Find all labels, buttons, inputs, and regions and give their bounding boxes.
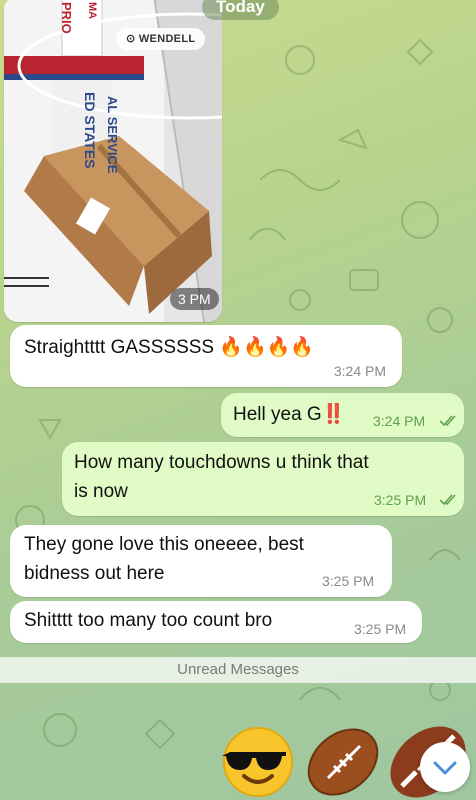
message-text: Shitttt too many too count bro: [24, 610, 273, 631]
unread-messages-divider: Unread Messages: [0, 657, 476, 683]
message-bubble-outgoing[interactable]: How many touchdowns u think that is now …: [62, 442, 464, 516]
sunglasses-emoji[interactable]: [220, 722, 296, 798]
date-separator: Today: [202, 0, 279, 20]
message-text-line2: is now: [74, 481, 128, 502]
location-label: WENDELL: [138, 33, 196, 45]
message-timestamp: 3:25 PM: [322, 573, 375, 589]
message-timestamp: 3:24 PM: [333, 363, 386, 379]
message-text-main: Straightttt GASSSSSS: [24, 337, 215, 358]
message-timestamp: 3:25 PM: [354, 621, 407, 637]
double-check-icon: [439, 415, 456, 427]
message-timestamp: 3:25 PM: [374, 492, 427, 508]
scroll-to-bottom-button[interactable]: [420, 742, 470, 792]
message-text-line1: They gone love this oneeee, best: [24, 534, 304, 555]
location-tag: ⊙ WENDELL: [116, 28, 206, 50]
double-check-icon: [439, 494, 456, 506]
message-text-main: Hell yea G: [233, 404, 322, 425]
message-bubble-incoming[interactable]: They gone love this oneeee, best bidness…: [10, 525, 392, 597]
photo-message[interactable]: PRIO MA ED STATES AL SERVICE ⊙ WENDELL 3…: [4, 0, 222, 322]
football-emoji[interactable]: [300, 718, 386, 800]
double-exclamation-emoji: ‼️: [321, 404, 346, 425]
message-text: Straightttt GASSSSSS 🔥🔥🔥🔥: [24, 335, 314, 361]
crate-text-side1: ED STATES: [82, 92, 98, 169]
photo-timestamp: 3 PM: [170, 288, 219, 310]
crate-text-side2: AL SERVICE: [105, 96, 120, 174]
message-text-line1: How many touchdowns u think that: [74, 452, 369, 473]
location-pin-icon: ⊙: [126, 33, 139, 45]
message-bubble-incoming[interactable]: Straightttt GASSSSSS 🔥🔥🔥🔥 3:24 PM: [10, 325, 402, 387]
message-text: Hell yea G‼️: [233, 402, 345, 428]
chevron-down-icon: [433, 761, 457, 775]
crate-text-top: PRIO: [59, 2, 74, 34]
message-text-line2: bidness out here: [24, 563, 165, 584]
message-bubble-incoming[interactable]: Shitttt too many too count bro 3:25 PM: [10, 601, 422, 643]
message-bubble-outgoing[interactable]: Hell yea G‼️ 3:24 PM: [221, 393, 464, 437]
message-timestamp: 3:24 PM: [373, 413, 426, 429]
crate-text-top2: MA: [86, 2, 98, 20]
fire-emoji-group: 🔥🔥🔥🔥: [219, 337, 315, 358]
